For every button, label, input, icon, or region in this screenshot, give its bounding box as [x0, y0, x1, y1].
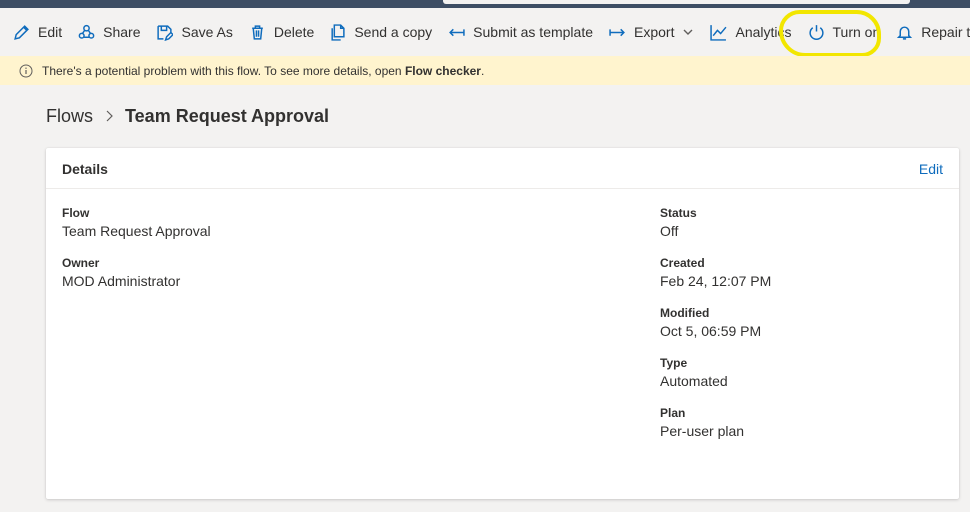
copy-document-icon [331, 23, 345, 41]
chevron-right-icon [106, 110, 113, 122]
share-button[interactable]: Share [78, 8, 140, 56]
repair-tips-button-label: Repair tips [921, 24, 970, 40]
power-icon [808, 24, 824, 40]
plan-field: Plan Per-user plan [660, 406, 744, 439]
flow-label: Flow [62, 206, 90, 220]
flow-checker-link[interactable]: Flow checker [405, 64, 481, 78]
chevron-down-icon [683, 29, 693, 35]
header-search-box[interactable] [443, 0, 910, 4]
status-label: Status [660, 206, 697, 220]
edit-button-label: Edit [38, 24, 63, 40]
owner-value: MOD Administrator [62, 273, 181, 289]
flow-value: Team Request Approval [62, 223, 211, 239]
command-bar: Edit Share Save As Delete Send a copy Su… [0, 8, 970, 56]
send-copy-button[interactable]: Send a copy [329, 8, 432, 56]
modified-field: Modified Oct 5, 06:59 PM [660, 306, 761, 339]
type-field: Type Automated [660, 356, 728, 389]
info-icon [19, 64, 33, 77]
flow-warning-banner: There's a potential problem with this fl… [0, 56, 970, 85]
warning-message: There's a potential problem with this fl… [42, 64, 484, 78]
export-button-label: Export [634, 24, 675, 40]
details-card-header: Details Edit [46, 148, 959, 189]
trash-icon [252, 24, 263, 40]
arrow-right-bar-icon [609, 28, 625, 36]
export-button[interactable]: Export [609, 8, 694, 56]
details-card: Details Edit Flow Team Request Approval … [46, 148, 959, 499]
owner-label: Owner [62, 256, 100, 270]
arrow-left-bar-icon [449, 28, 465, 36]
submit-template-button-label: Submit as template [473, 24, 594, 40]
save-as-icon [157, 24, 174, 41]
type-label: Type [660, 356, 688, 370]
created-label: Created [660, 256, 705, 270]
top-header-bar [0, 0, 970, 8]
delete-button-label: Delete [273, 24, 315, 40]
status-field: Status Off [660, 206, 697, 239]
analytics-button-label: Analytics [735, 24, 792, 40]
created-value: Feb 24, 12:07 PM [660, 273, 772, 289]
plan-label: Plan [660, 406, 686, 420]
turn-on-button[interactable]: Turn on [808, 8, 881, 56]
modified-value: Oct 5, 06:59 PM [660, 323, 762, 339]
submit-template-button[interactable]: Submit as template [448, 8, 593, 56]
breadcrumb: Flows Team Request Approval [46, 104, 329, 128]
share-button-label: Share [103, 24, 141, 40]
owner-field: Owner MOD Administrator [62, 256, 180, 289]
warning-text: There's a potential problem with this fl… [42, 63, 405, 78]
save-as-button-label: Save As [181, 24, 233, 40]
pencil-icon [14, 24, 29, 40]
send-copy-button-label: Send a copy [354, 24, 433, 40]
share-people-icon [78, 24, 95, 39]
breadcrumb-flows-link[interactable]: Flows [46, 106, 93, 127]
delete-button[interactable]: Delete [249, 8, 314, 56]
turn-on-button-label: Turn on [832, 24, 881, 40]
warning-suffix: . [480, 63, 485, 78]
repair-tips-button[interactable]: Repair tips [896, 8, 970, 56]
status-value: Off [660, 223, 679, 239]
analytics-button[interactable]: Analytics [710, 8, 792, 56]
edit-button[interactable]: Edit [13, 8, 62, 56]
flow-field: Flow Team Request Approval [62, 206, 211, 239]
save-as-button[interactable]: Save As [156, 8, 233, 56]
details-card-title: Details [62, 161, 108, 177]
bell-icon [897, 25, 913, 40]
type-value: Automated [660, 373, 728, 389]
created-field: Created Feb 24, 12:07 PM [660, 256, 771, 289]
details-edit-link[interactable]: Edit [919, 161, 943, 177]
line-chart-icon [710, 24, 727, 41]
plan-value: Per-user plan [660, 423, 745, 439]
modified-label: Modified [660, 306, 710, 320]
page-title: Team Request Approval [125, 105, 330, 126]
